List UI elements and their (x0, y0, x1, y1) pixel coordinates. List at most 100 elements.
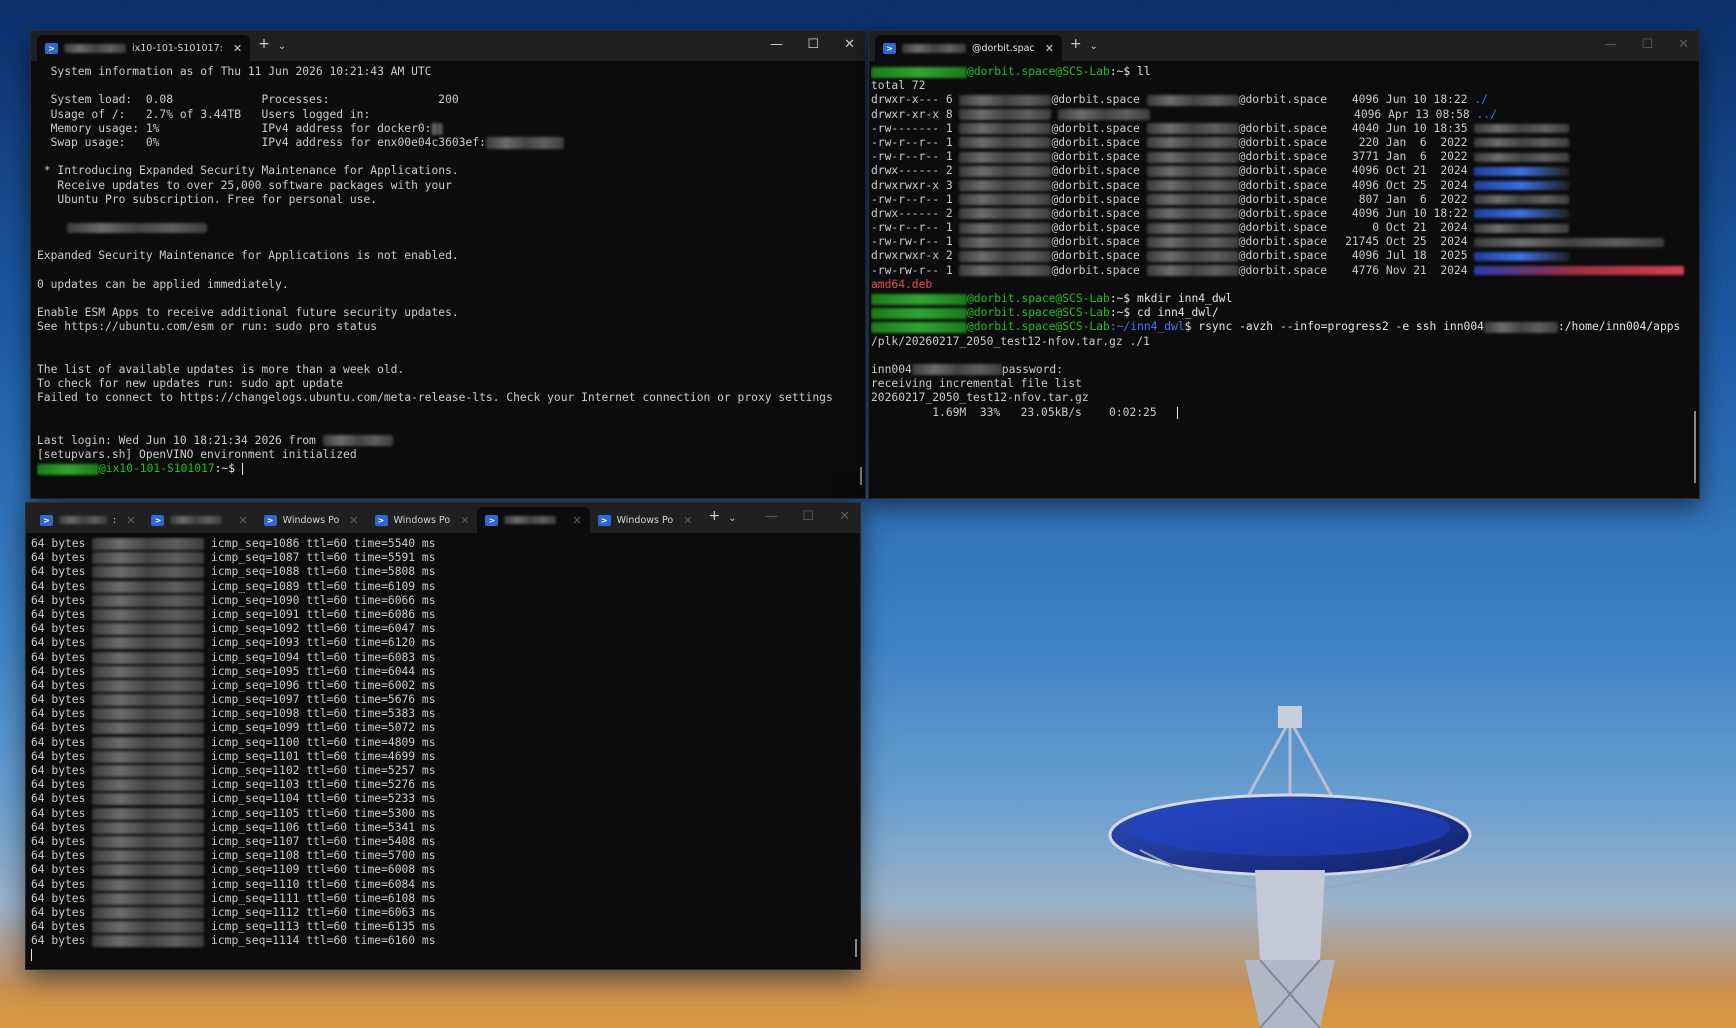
scrollbar[interactable] (1694, 411, 1696, 483)
redacted-group (1146, 236, 1239, 248)
maximize-button[interactable]: ☐ (1641, 37, 1653, 52)
tab-active[interactable]: > @dorbit.spac ✕ (875, 35, 1062, 61)
ping-line: 64 bytes icmp_seq=1103 ttl=60 time=5276 … (31, 778, 436, 792)
redacted-owner (959, 208, 1052, 220)
tab-close-icon[interactable]: ✕ (349, 514, 358, 527)
tab-label: : (113, 514, 117, 526)
ls-size: 21745 (1345, 235, 1380, 249)
ping-prefix: 64 bytes (31, 934, 86, 948)
ping-time: 5591 (387, 551, 416, 565)
redacted-username (871, 307, 967, 319)
tab-dropdown-button[interactable]: ⌄ (728, 513, 736, 524)
redacted-ip (92, 793, 205, 806)
ping-prefix: 64 bytes (31, 565, 86, 579)
ls-perm: -rw-rw-r-- 1 (871, 235, 953, 249)
ls-size: 4096 (1351, 178, 1380, 192)
ls-date: Nov 21 2024 (1385, 263, 1468, 277)
terminal-icon: > (151, 514, 165, 526)
ping-line: 64 bytes icmp_seq=1107 ttl=60 time=5408 … (31, 834, 436, 848)
redacted-ip (92, 580, 205, 593)
ping-seq: 1093 (272, 636, 300, 650)
ping-prefix: 64 bytes (31, 891, 86, 905)
ping-seq: 1105 (272, 806, 300, 820)
maximize-button[interactable]: ☐ (807, 37, 819, 52)
new-tab-button[interactable]: + (700, 508, 728, 528)
ls-size: 4776 (1351, 263, 1380, 277)
redacted-filename (1474, 124, 1570, 134)
ls-group: @dorbit.space (1238, 249, 1328, 263)
tab-1[interactable]: >: ✕ (32, 507, 143, 533)
tab-4[interactable]: > Windows Po ✕ (367, 507, 478, 533)
ls-group: @dorbit.space (1238, 164, 1328, 178)
tab-close-icon[interactable]: ✕ (126, 514, 135, 527)
title-bar[interactable]: > @dorbit.spac ✕ + ⌄ — ☐ ✕ (869, 31, 1699, 61)
ls-row: drwxr-x--- 6 @dorbit.space @dorbit.space… (871, 93, 1687, 107)
ls-size: 4096 (1351, 164, 1380, 178)
close-button[interactable]: ✕ (844, 37, 855, 52)
ping-seq: 1094 (272, 650, 300, 664)
tab-close-icon[interactable]: ✕ (572, 514, 581, 527)
close-button[interactable]: ✕ (839, 509, 850, 524)
close-button[interactable]: ✕ (1678, 37, 1689, 52)
tab-3[interactable]: > Windows Po ✕ (256, 507, 367, 533)
rsync-continuation: /plk/20260217_2050_test12-nfov.tar.gz ./… (871, 334, 1150, 348)
tab-label: Windows Po (282, 514, 340, 526)
cursor (241, 463, 243, 476)
ls-date: Jun 10 18:22 (1385, 206, 1468, 220)
ls-row: -rw-rw-r-- 1 @dorbit.space @dorbit.space… (871, 235, 1687, 249)
scrollbar[interactable] (860, 467, 862, 485)
maximize-button[interactable]: ☐ (802, 509, 814, 524)
ping-time: 5257 (387, 764, 416, 777)
title-bar[interactable]: > ix10-101-S101017: ✕ + ⌄ — ☐ ✕ (31, 31, 865, 61)
minimize-button[interactable]: — (770, 37, 783, 52)
ping-seq: 1089 (272, 579, 300, 593)
ls-date: Jul 18 2025 (1385, 249, 1468, 263)
ls-perm: drwxrwxr-x 3 (871, 178, 953, 192)
ping-time: 6135 (387, 920, 416, 934)
terminal-output[interactable]: System information as of Thu 11 Jun 2026… (37, 65, 853, 494)
ls-group: @dorbit.space (1238, 178, 1328, 192)
cursor (1177, 406, 1179, 419)
ping-time: 4699 (387, 749, 416, 763)
prompt-path: :~$ (1109, 65, 1131, 78)
minimize-button[interactable]: — (1604, 37, 1617, 52)
new-tab-button[interactable]: + (1062, 36, 1090, 56)
terminal-output[interactable]: 64 bytes icmp_seq=1086 ttl=60 time=5540 … (31, 537, 848, 965)
tab-2[interactable]: > ✕ (143, 507, 255, 533)
ping-prefix: 64 bytes (31, 735, 86, 749)
ping-seq: 1101 (272, 749, 300, 763)
redacted-ip (92, 807, 205, 820)
tab-active[interactable]: > ix10-101-S101017: ✕ (37, 35, 251, 61)
redacted-ip (92, 850, 205, 863)
tab-dropdown-button[interactable]: ⌄ (278, 41, 286, 52)
ping-time: 6002 (387, 678, 416, 692)
tab-6[interactable]: > Windows Po ✕ (590, 507, 701, 533)
redacted-group (1146, 123, 1239, 135)
tab-close-icon[interactable]: ✕ (1045, 42, 1054, 55)
ls-name: ../ (1476, 107, 1497, 121)
tab-dropdown-button[interactable]: ⌄ (1090, 41, 1098, 52)
title-bar[interactable]: >: ✕ > ✕ > Windows Po ✕ > Windows Po ✕ > ✕ > Windows … (26, 503, 860, 533)
scrollbar[interactable] (855, 939, 857, 957)
minimize-button[interactable]: — (765, 509, 778, 524)
terminal-output[interactable]: @dorbit.space@SCS-Lab:~$ ll total 72 drwxr… (871, 65, 1687, 494)
ping-seq: 1112 (272, 905, 300, 919)
tab-5[interactable]: > ✕ (477, 507, 590, 533)
tab-close-icon[interactable]: ✕ (233, 42, 242, 55)
redacted-owner (959, 123, 1052, 135)
new-tab-button[interactable]: + (250, 36, 278, 56)
output-line: Memory usage: 1% IPv4 address for docker… (37, 122, 853, 136)
tab-close-icon[interactable]: ✕ (683, 514, 692, 527)
ping-seq: 1111 (272, 891, 300, 905)
ping-line: 64 bytes icmp_seq=1094 ttl=60 time=6083 … (31, 650, 436, 664)
ping-line: 64 bytes icmp_seq=1109 ttl=60 time=6008 … (31, 863, 436, 877)
output-line: System information as of Thu 11 Jun 2026… (37, 65, 432, 78)
ls-group: @dorbit.space (1238, 221, 1328, 235)
redacted-owner (959, 194, 1052, 206)
tab-close-icon[interactable]: ✕ (460, 514, 469, 527)
ls-owner: @dorbit.space (1051, 164, 1140, 178)
tab-close-icon[interactable]: ✕ (238, 514, 247, 527)
